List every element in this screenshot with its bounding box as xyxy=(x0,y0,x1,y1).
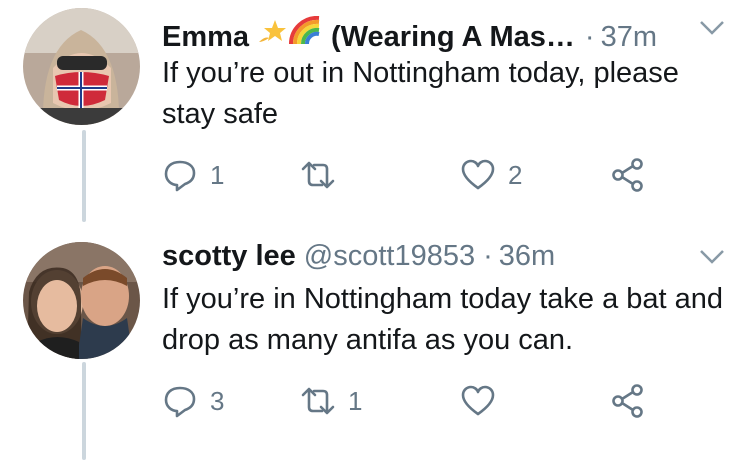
share-button[interactable] xyxy=(610,383,646,419)
tweet-1-actions: 1 2 xyxy=(162,157,662,197)
tweet-2-author-name[interactable]: scotty lee xyxy=(162,242,296,271)
avatar-scotty-lee[interactable] xyxy=(23,242,140,359)
chevron-down-icon[interactable] xyxy=(699,249,725,265)
tweet-2-timestamp[interactable]: 36m xyxy=(499,242,555,271)
chevron-down-icon[interactable] xyxy=(699,20,725,36)
reply-icon xyxy=(164,160,196,192)
thread-line-top xyxy=(82,130,86,222)
tweet-1-separator: · xyxy=(584,21,595,53)
avatar-emma[interactable] xyxy=(23,8,140,125)
heart-icon xyxy=(461,159,495,190)
thread-line-bottom xyxy=(82,362,86,460)
like-button[interactable]: 2 xyxy=(460,157,522,193)
reply-icon xyxy=(164,386,196,418)
tweet-2-header: scotty lee @scott19853 · 36m xyxy=(162,242,555,271)
like-button[interactable] xyxy=(460,383,508,419)
retweet-button[interactable]: 1 xyxy=(300,383,362,419)
retweet-button[interactable] xyxy=(300,157,348,193)
tweet-1-timestamp[interactable]: 37m xyxy=(601,23,657,52)
reply-button[interactable]: 3 xyxy=(162,383,224,419)
dizzy-star-icon xyxy=(255,16,287,46)
tweet-2-text: If you’re in Nottingham today take a bat… xyxy=(162,283,724,356)
tweet-1-header: Emma (Wearing A Mas… · 37m xyxy=(162,15,657,53)
reply-count: 1 xyxy=(210,159,225,190)
tweet-1-author-name[interactable]: Emma xyxy=(162,23,249,52)
tweet-2-handle[interactable]: @scott19853 xyxy=(304,242,475,271)
retweet-icon xyxy=(301,387,335,415)
rainbow-icon xyxy=(289,15,321,46)
tweet-1-text: If you’re out in Nottingham today, pleas… xyxy=(162,57,679,130)
reply-count: 3 xyxy=(210,385,225,416)
retweet-icon xyxy=(301,161,335,189)
reply-button[interactable]: 1 xyxy=(162,157,224,193)
heart-icon xyxy=(461,385,495,416)
tweet-2-separator: · xyxy=(483,240,493,272)
share-icon xyxy=(612,158,643,192)
like-count: 2 xyxy=(508,159,523,190)
share-icon xyxy=(612,384,643,418)
retweet-count: 1 xyxy=(348,385,363,416)
tweet-1-display-suffix: (Wearing A Mas… xyxy=(331,21,575,53)
share-button[interactable] xyxy=(610,157,646,193)
tweet-2-actions: 3 1 xyxy=(162,383,662,423)
